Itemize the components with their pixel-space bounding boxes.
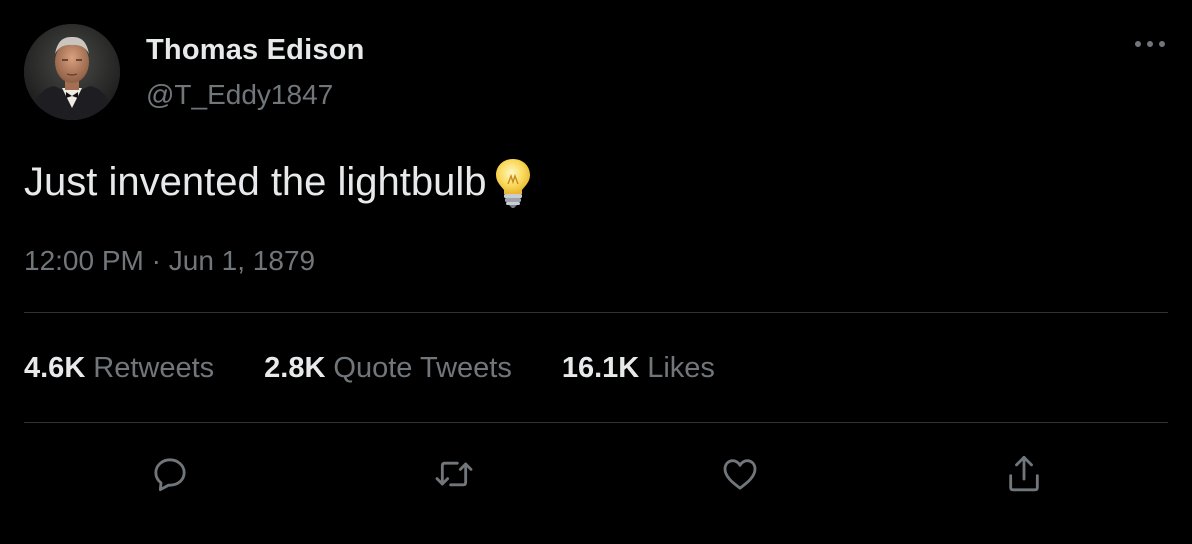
share-icon: [1004, 452, 1044, 496]
likes-label: Likes: [647, 352, 715, 384]
retweets-label: Retweets: [93, 352, 215, 384]
tweet-date: Jun 1, 1879: [168, 245, 316, 276]
tweet-timestamp[interactable]: 12:00 PM · Jun 1, 1879: [24, 245, 315, 277]
avatar-portrait: [24, 24, 120, 120]
retweet-icon: [432, 454, 476, 494]
tweet-time: 12:00 PM: [24, 245, 144, 276]
author-display-name[interactable]: Thomas Edison: [146, 34, 365, 67]
tweet-text: Just invented the lightbulb: [24, 156, 533, 208]
quote-tweets-stat[interactable]: 2.8K Quote Tweets: [264, 352, 512, 385]
more-options-icon[interactable]: [1130, 32, 1170, 56]
retweets-count: 4.6K: [24, 352, 86, 384]
quote-tweets-label: Quote Tweets: [333, 352, 512, 384]
timestamp-separator: ·: [151, 245, 161, 276]
author-handle[interactable]: @T_Eddy1847: [146, 79, 333, 111]
divider-top: [24, 312, 1168, 313]
heart-icon: [719, 454, 761, 494]
share-button[interactable]: [1000, 450, 1048, 498]
divider-bottom: [24, 422, 1168, 423]
avatar[interactable]: [24, 24, 120, 120]
like-button[interactable]: [716, 450, 764, 498]
tweet-stats: 4.6K Retweets 2.8K Quote Tweets 16.1K Likes: [24, 352, 765, 385]
reply-icon: [150, 454, 190, 494]
retweet-button[interactable]: [430, 450, 478, 498]
quote-tweets-count: 2.8K: [264, 352, 326, 384]
retweets-stat[interactable]: 4.6K Retweets: [24, 352, 214, 385]
likes-stat[interactable]: 16.1K Likes: [562, 352, 715, 385]
action-bar: [0, 450, 1192, 498]
lightbulb-icon: [493, 156, 533, 208]
tweet-card: Thomas Edison @T_Eddy1847 Just invented …: [0, 0, 1192, 544]
likes-count: 16.1K: [561, 352, 640, 384]
tweet-body: Just invented the lightbulb: [24, 159, 487, 204]
reply-button[interactable]: [146, 450, 194, 498]
